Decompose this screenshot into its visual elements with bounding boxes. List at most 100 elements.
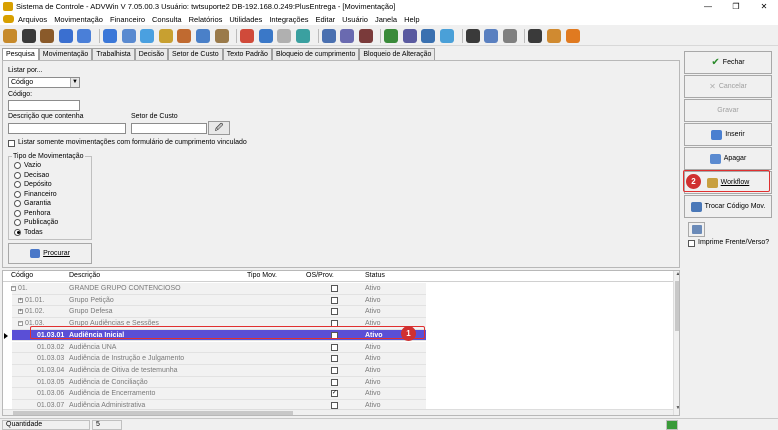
toolbar-button-icon[interactable] [102, 28, 117, 43]
tipo-radio-7[interactable]: Todas [14, 228, 43, 236]
table-row[interactable]: 01.03.02 Audiência UNA Ativo [3, 341, 679, 354]
menu-item-10[interactable]: Help [404, 15, 419, 24]
tab-2[interactable]: Trabalhista [92, 48, 135, 60]
inserir-button[interactable]: Inserir [684, 123, 772, 146]
scroll-down-icon[interactable]: ▼ [674, 405, 679, 413]
radio-button[interactable] [14, 181, 21, 188]
toolbar-button-icon[interactable] [440, 28, 455, 43]
imprime-checkbox[interactable] [688, 240, 695, 247]
scroll-up-icon[interactable]: ▲ [674, 271, 679, 279]
minimize-button[interactable]: — [694, 0, 722, 13]
tab-1[interactable]: Movimentação [38, 48, 93, 60]
toolbar-button-icon[interactable] [58, 28, 73, 43]
toolbar-button-icon[interactable] [140, 28, 155, 43]
lookup-button[interactable]: 🖉 [208, 121, 230, 135]
table-row[interactable]: 01.03.05 Audiência de Conciliação Ativo [3, 376, 679, 389]
toolbar-button-icon[interactable] [177, 28, 192, 43]
tipo-radio-2[interactable]: Depósito [14, 181, 52, 188]
menu-item-0[interactable]: Arquivos [18, 15, 47, 24]
table-row[interactable]: 01.03.06 Audiência de Encerramento Ativo ✓ [3, 388, 679, 400]
os-prov-checkbox[interactable]: ✓ [331, 390, 338, 398]
menu-item-2[interactable]: Financeiro [110, 15, 145, 24]
os-prov-checkbox[interactable] [331, 285, 338, 292]
close-window-button[interactable]: ✕ [750, 0, 778, 13]
toolbar-button-icon[interactable] [277, 28, 292, 43]
collapse-icon[interactable]: − [11, 286, 16, 291]
hscroll-thumb[interactable] [13, 411, 293, 415]
menu-item-5[interactable]: Utilidades [229, 15, 262, 24]
expand-icon[interactable]: + [18, 297, 23, 303]
toolbar-button-icon[interactable] [528, 28, 543, 43]
print-button[interactable] [688, 222, 705, 237]
radio-button[interactable] [14, 171, 21, 179]
radio-button[interactable] [14, 228, 21, 236]
toolbar-button-icon[interactable] [240, 28, 255, 43]
menu-item-3[interactable]: Consulta [152, 15, 182, 24]
toolbar-button-icon[interactable] [121, 28, 136, 43]
toolbar-button-icon[interactable] [358, 28, 373, 43]
tipo-radio-0[interactable]: Vazio [14, 162, 41, 169]
scroll-thumb[interactable] [675, 281, 679, 331]
menu-item-8[interactable]: Usuário [342, 15, 368, 24]
gravar-button[interactable]: Gravar [684, 99, 772, 122]
toolbar-button-icon[interactable] [421, 28, 436, 43]
toolbar-button-icon[interactable] [340, 28, 355, 43]
expand-icon[interactable]: + [18, 309, 23, 315]
tab-4[interactable]: Setor de Custo [168, 48, 223, 60]
table-row[interactable]: +01.02. Grupo Defesa Ativo [3, 306, 679, 319]
os-prov-checkbox[interactable] [331, 343, 338, 351]
radio-button[interactable] [14, 162, 21, 169]
toolbar-button-icon[interactable] [502, 28, 517, 43]
toolbar-button-icon[interactable] [77, 28, 92, 43]
menu-item-9[interactable]: Janela [375, 15, 397, 24]
os-prov-checkbox[interactable] [331, 296, 338, 304]
header-os[interactable]: OS/Prov. [306, 272, 334, 279]
menu-item-4[interactable]: Relatórios [189, 15, 223, 24]
toolbar-button-icon[interactable] [258, 28, 273, 43]
header-codigo[interactable]: Código [11, 272, 33, 279]
toolbar-button-icon[interactable] [3, 28, 17, 43]
listar-por-select[interactable]: Código ▼ [8, 77, 80, 88]
toolbar-button-icon[interactable] [321, 28, 336, 43]
restore-button[interactable]: ❐ [722, 0, 750, 13]
tab-6[interactable]: Bloqueio de cumprimento [271, 48, 360, 60]
table-row[interactable]: 01.03.04 Audiência de Oitiva de testemunh… [3, 364, 679, 377]
tipo-radio-4[interactable]: Garantia [14, 200, 51, 207]
toolbar-button-icon[interactable] [295, 28, 310, 43]
chevron-down-icon[interactable]: ▼ [70, 78, 79, 87]
header-status[interactable]: Status [365, 272, 385, 279]
toolbar-button-icon[interactable] [40, 28, 55, 43]
procurar-button[interactable]: Procurar [8, 243, 92, 264]
toolbar-button-icon[interactable] [195, 28, 210, 43]
menu-item-7[interactable]: Editar [316, 15, 336, 24]
table-row[interactable]: +01.01. Grupo Petição Ativo [3, 294, 679, 307]
descricao-input[interactable] [8, 123, 126, 134]
os-prov-checkbox[interactable] [331, 308, 338, 316]
toolbar-button-icon[interactable] [158, 28, 173, 43]
toolbar-button-icon[interactable] [465, 28, 480, 43]
header-tipo[interactable]: Tipo Mov. [247, 272, 277, 279]
table-row[interactable]: −01. GRANDE GRUPO CONTENCIOSO Ativo [3, 283, 679, 295]
toolbar-button-icon[interactable] [484, 28, 499, 43]
os-prov-checkbox[interactable] [331, 355, 338, 363]
only-with-form-checkbox[interactable] [8, 140, 15, 147]
tipo-radio-1[interactable]: Decisao [14, 171, 49, 179]
toolbar-button-icon[interactable] [214, 28, 229, 43]
toolbar-button-icon[interactable] [402, 28, 417, 43]
header-descricao[interactable]: Descrição [69, 272, 100, 279]
menu-item-6[interactable]: Integrações [269, 15, 308, 24]
fechar-button[interactable]: ✔ Fechar [684, 51, 772, 74]
radio-button[interactable] [14, 209, 21, 217]
tipo-radio-6[interactable]: Publicação [14, 219, 58, 226]
codigo-input[interactable] [8, 100, 80, 111]
cancelar-button[interactable]: ✕ Cancelar [684, 75, 772, 98]
radio-button[interactable] [14, 190, 21, 198]
vertical-scrollbar[interactable]: ▲ ▼ [673, 271, 679, 415]
toolbar-button-icon[interactable] [384, 28, 399, 43]
os-prov-checkbox[interactable] [331, 366, 338, 374]
trocar-codigo-button[interactable]: Trocar Código Mov. [684, 195, 772, 218]
toolbar-button-icon[interactable] [547, 28, 562, 43]
os-prov-checkbox[interactable] [331, 378, 338, 386]
setor-input[interactable] [131, 123, 207, 134]
radio-button[interactable] [14, 219, 21, 226]
